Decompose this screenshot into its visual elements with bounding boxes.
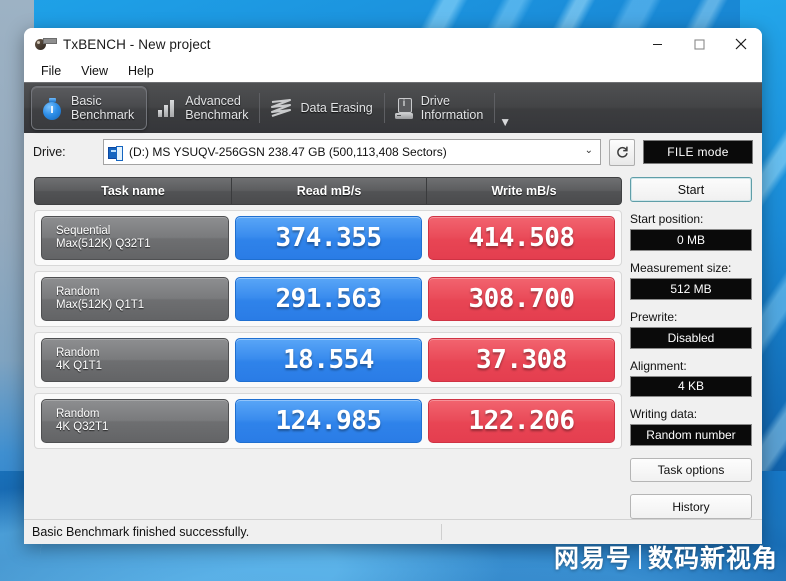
drive-selector-bar: Drive: (D:) MS YSUQV-256GSN 238.47 GB (5…	[24, 133, 762, 171]
measurement-size-value[interactable]: 512 MB	[630, 278, 752, 300]
tab-advanced-benchmark-label: Advanced Benchmark	[185, 93, 249, 123]
minimize-icon[interactable]	[636, 28, 678, 60]
menu-item-help[interactable]: Help	[119, 62, 163, 80]
menu-bar: File View Help	[24, 60, 762, 82]
read-value: 18.554	[235, 338, 422, 382]
tab-strip: Basic Benchmark Advanced Benchmark Data Er…	[24, 82, 762, 133]
menu-item-file[interactable]: File	[32, 62, 70, 80]
watermark: 网易号 数码新视角	[554, 539, 778, 575]
tab-basic-benchmark-label: Basic Benchmark	[71, 93, 135, 123]
task-name-line2: 4K Q1T1	[56, 360, 103, 372]
task-button-random-4k-q32t1[interactable]: Random 4K Q32T1	[41, 399, 229, 443]
results-pane: Task name Read mB/s Write mB/s Sequentia…	[24, 171, 630, 519]
drive-select[interactable]: (D:) MS YSUQV-256GSN 238.47 GB (500,113,…	[103, 139, 601, 165]
watermark-divider	[638, 545, 641, 569]
title-bar: TxBENCH - New project	[24, 28, 762, 60]
start-position-value[interactable]: 0 MB	[630, 229, 752, 252]
chevron-down-icon[interactable]: ▼	[499, 115, 511, 133]
tab-basic-benchmark[interactable]: Basic Benchmark	[31, 86, 148, 130]
table-row: Random 4K Q32T1 124.985 122.206	[34, 393, 622, 449]
watermark-left: 网易号	[553, 544, 632, 573]
results-rows: Sequential Max(512K) Q32T1 374.355 414.5…	[34, 210, 622, 449]
close-icon[interactable]	[720, 28, 762, 60]
write-value: 414.508	[428, 216, 615, 260]
task-name-line1: Random	[56, 286, 100, 298]
status-message: Basic Benchmark finished successfully.	[32, 525, 250, 539]
write-value: 122.206	[428, 399, 615, 443]
writing-data-label: Writing data:	[630, 407, 698, 422]
table-row: Sequential Max(512K) Q32T1 374.355 414.5…	[34, 210, 622, 266]
task-button-sequential-max-512k-q32t1[interactable]: Sequential Max(512K) Q32T1	[41, 216, 229, 260]
table-row: Random Max(512K) Q1T1 291.563 308.700	[34, 271, 622, 327]
tab-drive-information[interactable]: DriveInformation	[385, 87, 496, 129]
alignment-label: Alignment:	[630, 358, 687, 373]
write-value: 308.700	[428, 277, 615, 321]
task-name-line1: Random	[56, 347, 100, 359]
prewrite-value[interactable]: Disabled	[630, 326, 752, 349]
bar-chart-icon	[157, 98, 177, 118]
read-value: 291.563	[235, 277, 422, 321]
drive-select-value: (D:) MS YSUQV-256GSN 238.47 GB (500,113,…	[129, 145, 447, 159]
txbench-window: TxBENCH - New project File View Help Bas…	[24, 28, 762, 544]
drive-label: Drive:	[33, 145, 66, 159]
alignment-value[interactable]: 4 KB	[630, 375, 752, 398]
options-sidebar: Start Start position: 0 MB Measurement s…	[630, 171, 762, 519]
task-name-line2: Max(512K) Q1T1	[56, 299, 145, 311]
table-row: Random 4K Q1T1 18.554 37.308	[34, 332, 622, 388]
start-position-label: Start position:	[630, 212, 704, 227]
tab-data-erasing-label: Data Erasing	[300, 100, 373, 115]
task-button-random-4k-q1t1[interactable]: Random 4K Q1T1	[41, 338, 229, 382]
stopwatch-icon	[42, 97, 63, 120]
tab-data-erasing[interactable]: Data Erasing	[260, 87, 385, 129]
file-mode-button[interactable]: FILE mode	[643, 140, 753, 164]
chevron-down-icon: ⌄	[584, 145, 593, 156]
refresh-icon[interactable]	[609, 138, 635, 166]
writing-data-value[interactable]: Random number	[630, 424, 752, 446]
task-options-button[interactable]: Task options	[630, 457, 752, 483]
disk-icon	[108, 145, 123, 161]
main-content: Task name Read mB/s Write mB/s Sequentia…	[24, 171, 762, 519]
tab-drive-information-label: Drive Information	[420, 93, 484, 123]
prewrite-label: Prewrite:	[630, 309, 678, 324]
task-name-line1: Sequential	[56, 225, 111, 237]
drive-information-icon	[394, 97, 413, 119]
history-button[interactable]: History	[630, 494, 752, 519]
tab-advanced-benchmark[interactable]: Advanced Benchmark	[147, 87, 261, 129]
task-button-random-max-512k-q1t1[interactable]: Random Max(512K) Q1T1	[41, 277, 229, 321]
read-value: 124.985	[235, 399, 422, 443]
data-erasing-icon	[271, 98, 292, 117]
window-title: TxBENCH - New project	[63, 36, 211, 52]
txbench-logo-icon	[35, 35, 57, 53]
task-name-line1: Random	[56, 408, 100, 420]
maximize-icon[interactable]	[678, 28, 720, 60]
status-divider	[441, 524, 442, 540]
column-header-task-name: Task name	[101, 184, 165, 198]
task-name-line2: Max(512K) Q32T1	[56, 238, 151, 250]
start-button[interactable]: Start	[630, 177, 752, 203]
watermark-right: 数码新视角	[647, 544, 778, 573]
results-table-header: Task name Read mB/s Write mB/s	[34, 177, 622, 205]
column-header-read: Read mB/s	[231, 178, 426, 204]
read-value: 374.355	[235, 216, 422, 260]
measurement-size-label: Measurement size:	[630, 261, 732, 276]
menu-item-view[interactable]: View	[72, 62, 117, 80]
task-name-line2: 4K Q32T1	[56, 421, 109, 433]
column-header-write: Write mB/s	[426, 178, 621, 204]
write-value: 37.308	[428, 338, 615, 382]
window-controls	[636, 28, 762, 60]
